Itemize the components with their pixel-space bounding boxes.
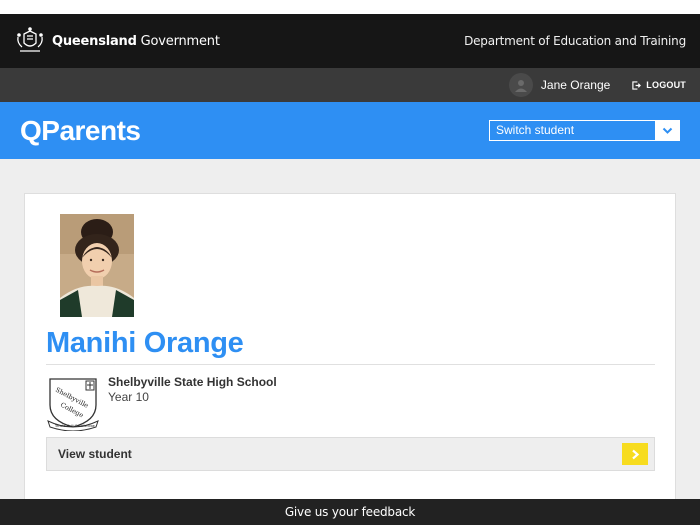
user-name: Jane Orange <box>540 78 611 92</box>
view-student-button[interactable]: View student <box>46 437 655 471</box>
user-menu[interactable]: Jane Orange <box>508 73 611 97</box>
school-text: Shelbyville State High School Year 10 <box>108 373 277 431</box>
student-photo <box>60 214 134 317</box>
school-crest-icon: Shelbyville College Tenete Multi Excelle… <box>46 373 100 432</box>
switch-student-label: Switch student <box>496 123 575 137</box>
logout-icon <box>632 80 642 90</box>
user-bar: Jane Orange LOGOUT <box>0 68 700 102</box>
app-title[interactable]: QParents <box>20 115 141 147</box>
school-name: Shelbyville State High School <box>108 375 277 389</box>
government-name: Queensland Government <box>52 33 220 49</box>
student-name: Manihi Orange <box>46 327 244 359</box>
government-header: Queensland Government Department of Educ… <box>0 14 700 68</box>
feedback-bar[interactable]: Give us your feedback <box>0 499 700 525</box>
student-year: Year 10 <box>108 390 149 404</box>
school-info: Shelbyville College Tenete Multi Excelle… <box>46 373 655 432</box>
government-logo[interactable]: Queensland Government <box>14 25 220 57</box>
view-student-label: View student <box>58 447 132 461</box>
chevron-right-icon[interactable] <box>622 443 648 465</box>
top-spacer <box>0 0 700 14</box>
brand-bar: QParents Switch student <box>0 102 700 159</box>
user-avatar-icon <box>508 73 533 97</box>
school-crest-motto: Tenete Multi Excellentiae <box>54 424 95 428</box>
queensland-crest-icon <box>17 27 43 52</box>
main-content: Manihi Orange Shelbyville College Tenete… <box>0 159 700 513</box>
department-name[interactable]: Department of Education and Training <box>464 34 686 48</box>
student-card: Manihi Orange Shelbyville College Tenete… <box>24 193 676 513</box>
switch-student-select[interactable]: Switch student <box>489 120 680 141</box>
divider <box>46 364 655 365</box>
logout-button[interactable]: LOGOUT <box>632 80 686 90</box>
chevron-down-icon <box>655 121 679 140</box>
logout-label: LOGOUT <box>646 80 686 90</box>
